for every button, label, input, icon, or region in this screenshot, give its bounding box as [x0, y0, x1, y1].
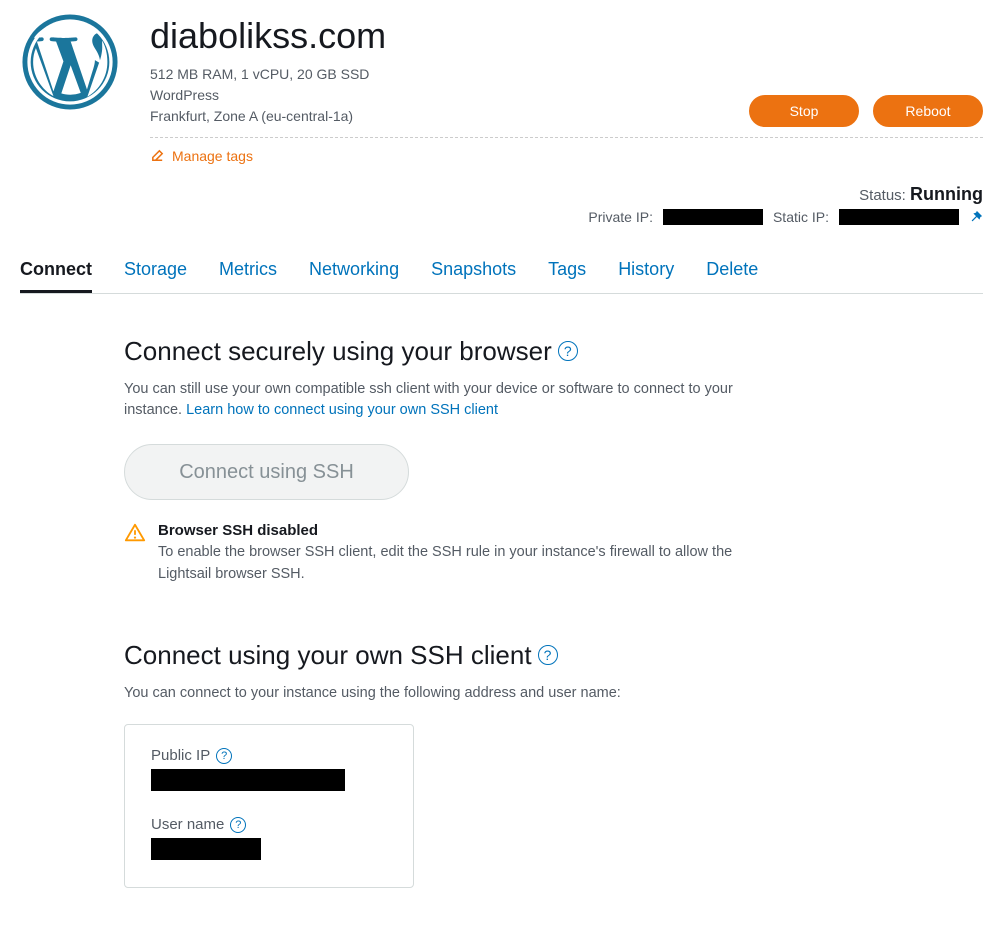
warning-title: Browser SSH disabled [158, 522, 764, 539]
browser-ssh-description: You can still use your own compatible ss… [124, 379, 764, 423]
help-icon[interactable]: ? [558, 341, 578, 361]
public-ip-label-row: Public IP ? [151, 747, 387, 764]
instance-header-main: diabolikss.com 512 MB RAM, 1 vCPU, 20 GB… [150, 12, 983, 138]
tab-snapshots[interactable]: Snapshots [431, 253, 516, 293]
public-ip-value [151, 769, 345, 791]
status-block: Status: Running Private IP: Static IP: [20, 184, 983, 225]
stop-button[interactable]: Stop [749, 95, 859, 127]
warning-body: To enable the browser SSH client, edit t… [158, 542, 764, 586]
instance-header: diabolikss.com 512 MB RAM, 1 vCPU, 20 GB… [20, 12, 983, 138]
own-ssh-heading: Connect using your own SSH client ? [124, 640, 764, 671]
tab-metrics[interactable]: Metrics [219, 253, 277, 293]
tab-tags[interactable]: Tags [548, 253, 586, 293]
user-name-value [151, 838, 261, 860]
status-label: Status: [859, 187, 906, 204]
browser-ssh-heading-text: Connect securely using your browser [124, 336, 552, 367]
tab-networking[interactable]: Networking [309, 253, 399, 293]
manage-tags-link[interactable]: Manage tags [150, 148, 253, 164]
own-ssh-description: You can connect to your instance using t… [124, 683, 764, 705]
public-ip-label: Public IP [151, 747, 210, 764]
tab-connect[interactable]: Connect [20, 253, 92, 293]
private-ip-label: Private IP: [588, 209, 653, 225]
user-name-label-row: User name ? [151, 816, 387, 833]
private-ip-value [663, 209, 763, 225]
static-ip-label: Static IP: [773, 209, 829, 225]
status-value: Running [910, 184, 983, 204]
browser-ssh-warning: Browser SSH disabled To enable the brows… [124, 522, 764, 586]
help-icon[interactable]: ? [216, 748, 232, 764]
help-icon[interactable]: ? [230, 817, 246, 833]
learn-own-ssh-link[interactable]: Learn how to connect using your own SSH … [186, 402, 498, 418]
static-ip-value [839, 209, 959, 225]
tab-delete[interactable]: Delete [706, 253, 758, 293]
wordpress-icon [20, 12, 120, 112]
warning-icon [124, 522, 146, 544]
pin-icon[interactable] [969, 210, 983, 224]
connect-panel: Connect securely using your browser ? Yo… [124, 336, 764, 889]
connect-using-ssh-button: Connect using SSH [124, 444, 409, 500]
tab-storage[interactable]: Storage [124, 253, 187, 293]
own-ssh-heading-text: Connect using your own SSH client [124, 640, 532, 671]
user-name-label: User name [151, 816, 224, 833]
instance-name: diabolikss.com [150, 16, 983, 56]
instance-specs: 512 MB RAM, 1 vCPU, 20 GB SSD [150, 64, 983, 85]
reboot-button[interactable]: Reboot [873, 95, 983, 127]
manage-tags-label: Manage tags [172, 148, 253, 164]
help-icon[interactable]: ? [538, 645, 558, 665]
tab-bar: Connect Storage Metrics Networking Snaps… [20, 253, 983, 294]
wordpress-logo [20, 12, 120, 112]
own-ssh-box: Public IP ? User name ? [124, 724, 414, 888]
edit-icon [150, 148, 165, 163]
browser-ssh-heading: Connect securely using your browser ? [124, 336, 764, 367]
tab-history[interactable]: History [618, 253, 674, 293]
